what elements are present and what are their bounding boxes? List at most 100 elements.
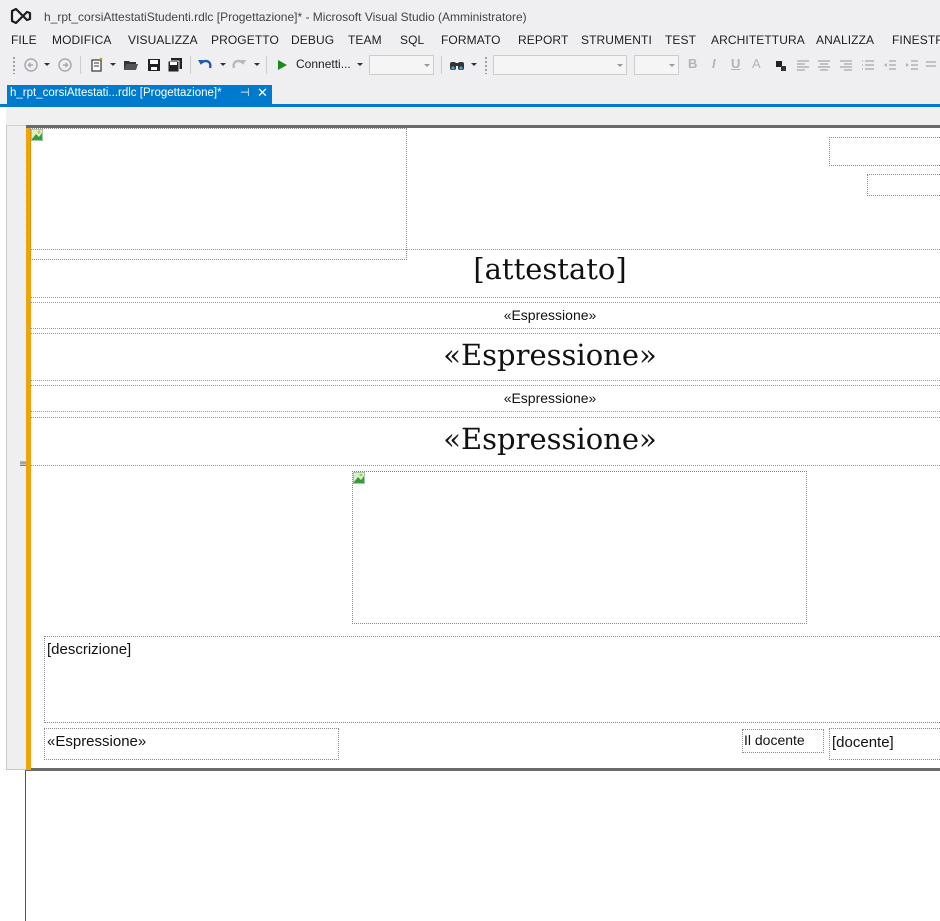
back-button[interactable]: [22, 56, 40, 74]
menu-file[interactable]: FILE: [11, 33, 37, 47]
forward-button[interactable]: [56, 56, 74, 74]
new-project-icon: [91, 57, 103, 72]
expression-textbox-small-2[interactable]: «Espressione»: [30, 390, 940, 406]
toolbar-separator: [190, 56, 191, 74]
find-dropdown-icon[interactable]: [471, 63, 477, 66]
increase-indent-button[interactable]: [904, 56, 920, 74]
find-in-files-button[interactable]: [448, 56, 466, 74]
docente-value-textbox[interactable]: [docente]: [829, 728, 940, 760]
docente-label-textbox[interactable]: Il docente: [742, 729, 824, 753]
indent-icon: [906, 60, 918, 70]
header-textbox-2[interactable]: [867, 174, 940, 196]
outdent-icon: [884, 60, 896, 70]
align-left-button[interactable]: [795, 56, 811, 74]
italic-button[interactable]: I: [712, 56, 716, 71]
pin-icon[interactable]: ⊣: [240, 86, 250, 99]
align-left-icon: [797, 60, 809, 71]
row-divider: [30, 411, 940, 412]
align-right-icon: [840, 60, 852, 71]
row-divider: [30, 302, 940, 303]
row-divider: [30, 249, 940, 250]
toolbar-grip-icon[interactable]: [12, 56, 16, 74]
undo-button[interactable]: [196, 56, 214, 74]
menu-progetto[interactable]: PROGETTO: [211, 33, 279, 47]
align-center-icon: [818, 60, 830, 71]
docente-label-text: Il docente: [744, 732, 805, 748]
menu-analizza[interactable]: ANALIZZA: [816, 33, 874, 47]
menu-bar: FILE MODIFICA VISUALIZZA PROGETTO DEBUG …: [0, 32, 940, 52]
tab-report-design[interactable]: h_rpt_corsiAttestati...rdlc [Progettazio…: [7, 85, 272, 104]
expression-textbox-big-1[interactable]: «Espressione»: [30, 338, 940, 372]
start-dropdown-icon[interactable]: [357, 63, 363, 66]
chevron-down-icon: [669, 64, 675, 67]
row-divider: [30, 297, 940, 298]
report-bottom-border: [26, 768, 940, 771]
image-placeholder-icon: [31, 129, 43, 141]
more-toolbar-button[interactable]: [924, 56, 938, 74]
list-icon: [862, 60, 874, 70]
descrizione-textbox[interactable]: [descrizione]: [44, 636, 940, 723]
solution-config-combo[interactable]: [369, 55, 434, 75]
logo-image-box[interactable]: [30, 128, 407, 260]
image-placeholder-icon: [353, 472, 365, 484]
play-icon: [278, 60, 287, 70]
chevron-down-icon: [424, 64, 430, 67]
standard-toolbar: Connetti... B I U A: [0, 52, 940, 78]
bulleted-list-button[interactable]: [860, 56, 876, 74]
docente-value-text: [docente]: [832, 734, 894, 751]
menu-strumenti[interactable]: STRUMENTI: [581, 33, 652, 47]
descrizione-text: [descrizione]: [47, 641, 132, 658]
start-target-label[interactable]: Connetti...: [296, 57, 351, 71]
save-all-button[interactable]: [166, 56, 184, 74]
row-divider: [30, 333, 940, 334]
redo-dropdown-icon[interactable]: [254, 63, 260, 66]
menu-finestra[interactable]: FINESTRA: [892, 33, 940, 47]
center-image-box[interactable]: [352, 471, 807, 624]
toolbar-grip-icon[interactable]: [484, 56, 488, 74]
open-file-button[interactable]: [122, 56, 140, 74]
underline-button[interactable]: U: [731, 56, 740, 71]
expression-textbox-big-2[interactable]: «Espressione»: [30, 422, 940, 456]
save-button[interactable]: [145, 56, 163, 74]
menu-team[interactable]: TEAM: [348, 33, 382, 47]
back-dropdown-icon[interactable]: [44, 63, 50, 66]
tab-label: h_rpt_corsiAttestati...rdlc [Progettazio…: [10, 87, 222, 99]
visual-studio-logo-icon: [10, 7, 32, 25]
menu-architettura[interactable]: ARCHITETTURA: [711, 33, 805, 47]
align-center-button[interactable]: [816, 56, 832, 74]
overflow-icon: [926, 61, 936, 67]
expression-textbox-small-1[interactable]: «Espressione»: [30, 307, 940, 323]
menu-visualizza[interactable]: VISUALIZZA: [128, 33, 198, 47]
redo-button[interactable]: [230, 56, 248, 74]
new-dropdown-icon[interactable]: [110, 63, 116, 66]
footer-expression-textbox[interactable]: «Espressione»: [44, 728, 339, 760]
row-divider: [30, 465, 940, 466]
menu-debug[interactable]: DEBUG: [291, 33, 334, 47]
undo-dropdown-icon[interactable]: [220, 63, 226, 66]
font-size-combo[interactable]: [634, 55, 679, 75]
menu-modifica[interactable]: MODIFICA: [52, 33, 111, 47]
background-color-button[interactable]: [772, 56, 788, 74]
align-right-button[interactable]: [838, 56, 854, 74]
decrease-indent-button[interactable]: [882, 56, 898, 74]
row-divider: [30, 328, 940, 329]
body-gutter[interactable]: ≡: [6, 126, 27, 770]
back-icon: [24, 58, 38, 72]
document-tab-well: h_rpt_corsiAttestati...rdlc [Progettazio…: [0, 78, 940, 104]
attestato-textbox[interactable]: [attestato]: [30, 252, 940, 286]
font-family-combo[interactable]: [493, 55, 627, 75]
start-button[interactable]: [275, 56, 289, 74]
binoculars-icon: [450, 62, 464, 70]
menu-report[interactable]: REPORT: [518, 33, 568, 47]
fill-color-icon: [776, 61, 786, 71]
menu-sql[interactable]: SQL: [400, 33, 424, 47]
redo-icon: [232, 59, 246, 69]
bold-button[interactable]: B: [688, 56, 697, 71]
close-icon[interactable]: ✕: [257, 85, 268, 101]
title-bar: h_rpt_corsiAttestatiStudenti.rdlc [Proge…: [0, 0, 940, 32]
new-project-button[interactable]: [88, 56, 106, 74]
header-textbox-1[interactable]: [829, 137, 940, 166]
menu-test[interactable]: TEST: [665, 33, 696, 47]
font-color-button[interactable]: A: [752, 56, 761, 71]
menu-formato[interactable]: FORMATO: [441, 33, 501, 47]
